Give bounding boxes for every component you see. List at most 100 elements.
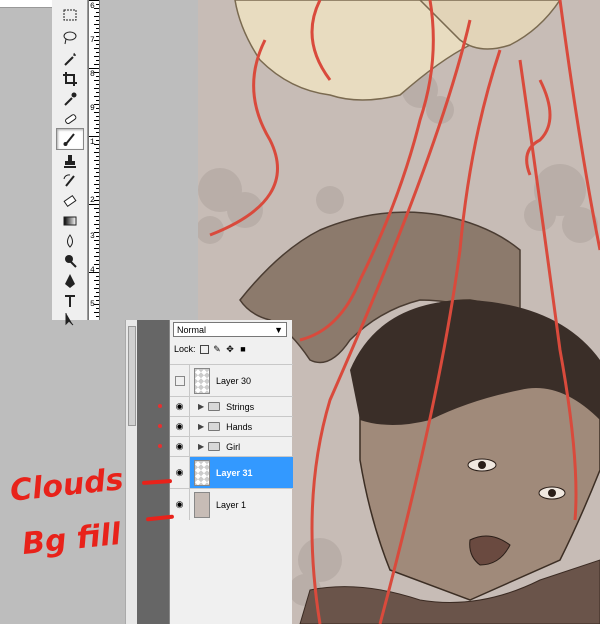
ruler-tick bbox=[94, 112, 99, 113]
blend-mode-value: Normal bbox=[177, 324, 207, 335]
ruler-tick bbox=[96, 76, 99, 77]
ruler-tick bbox=[94, 160, 99, 161]
ruler-tick bbox=[94, 32, 99, 33]
ruler-tick bbox=[89, 204, 99, 205]
history-brush-tool-icon[interactable] bbox=[56, 170, 84, 192]
ruler-tick bbox=[94, 16, 99, 17]
ruler-tick bbox=[94, 288, 99, 289]
ruler-tick bbox=[94, 48, 99, 49]
layer-row[interactable]: Layer 30 bbox=[170, 364, 293, 396]
eye-icon[interactable]: ◉ bbox=[170, 417, 190, 436]
ruler-tick bbox=[94, 280, 99, 281]
ruler-tick bbox=[96, 268, 99, 269]
ruler-tick bbox=[94, 304, 99, 305]
layer-group-row[interactable]: ◉ ▶ Girl bbox=[158, 436, 293, 456]
pen-tool-icon[interactable] bbox=[56, 270, 84, 292]
ruler-tick bbox=[96, 308, 99, 309]
ruler-tick bbox=[89, 272, 99, 273]
ruler-tick bbox=[96, 84, 99, 85]
ruler-tick bbox=[94, 8, 99, 9]
expand-arrow-icon[interactable]: ▶ bbox=[198, 402, 204, 411]
expand-arrow-icon[interactable]: ▶ bbox=[198, 422, 204, 431]
lock-all-icon[interactable]: ■ bbox=[239, 344, 248, 354]
ruler-tick bbox=[96, 12, 99, 13]
magic-wand-tool-icon[interactable] bbox=[56, 48, 84, 70]
eye-icon[interactable]: ◉ bbox=[170, 437, 190, 456]
eyedropper-tool-icon[interactable] bbox=[56, 88, 84, 110]
workspace-area bbox=[0, 0, 52, 320]
vertical-ruler: 6 7 8 9 1 2 3 4 5 bbox=[88, 0, 100, 320]
ruler-tick bbox=[96, 236, 99, 237]
path-select-tool-icon[interactable] bbox=[56, 308, 84, 330]
ruler-tick bbox=[94, 168, 99, 169]
eye-icon[interactable]: ◉ bbox=[170, 397, 190, 416]
ruler-tick bbox=[94, 256, 99, 257]
crop-tool-icon[interactable] bbox=[56, 68, 84, 90]
blend-mode-select[interactable]: Normal ▼ bbox=[173, 322, 287, 337]
ruler-tick bbox=[96, 244, 99, 245]
folder-icon bbox=[208, 422, 221, 431]
ruler-tick bbox=[94, 312, 99, 313]
expand-arrow-icon[interactable]: ▶ bbox=[198, 442, 204, 451]
ruler-tick bbox=[96, 52, 99, 53]
dodge-tool-icon[interactable] bbox=[56, 250, 84, 272]
clone-stamp-tool-icon[interactable] bbox=[56, 150, 84, 172]
ruler-tick bbox=[96, 20, 99, 21]
ruler-tick bbox=[96, 132, 99, 133]
ruler-tick bbox=[96, 276, 99, 277]
ruler-tick bbox=[96, 4, 99, 5]
ruler-tick bbox=[96, 228, 99, 229]
layer-thumbnail bbox=[194, 367, 210, 394]
ruler-tick bbox=[96, 180, 99, 181]
ruler-tick bbox=[96, 36, 99, 37]
layer-group-row[interactable]: ◉ ▶ Strings bbox=[158, 396, 293, 416]
folder-icon bbox=[208, 442, 221, 451]
ruler-number: 1 bbox=[90, 138, 95, 147]
ruler-tick bbox=[96, 100, 99, 101]
healing-brush-tool-icon[interactable] bbox=[56, 108, 84, 130]
panel-scrollbar[interactable] bbox=[125, 320, 137, 624]
layer-name: Hands bbox=[226, 421, 253, 432]
layer-row[interactable]: ◉ Layer 1 bbox=[170, 488, 293, 520]
marquee-tool-icon[interactable] bbox=[56, 4, 84, 26]
ruler-tick bbox=[94, 80, 99, 81]
lock-transparency-icon[interactable] bbox=[199, 344, 209, 354]
eraser-tool-icon[interactable] bbox=[56, 190, 84, 212]
ruler-tick bbox=[96, 140, 99, 141]
lasso-tool-icon[interactable] bbox=[56, 27, 84, 49]
ruler-tick bbox=[94, 104, 99, 105]
layer-row-selected[interactable]: ◉ Layer 31 bbox=[170, 456, 293, 488]
ruler-tick bbox=[96, 220, 99, 221]
ruler-tick bbox=[96, 60, 99, 61]
eye-icon[interactable]: ◉ bbox=[170, 457, 190, 488]
ruler-tick bbox=[94, 216, 99, 217]
layer-thumbnail bbox=[194, 459, 210, 486]
visibility-toggle[interactable] bbox=[170, 365, 190, 396]
gradient-tool-icon[interactable] bbox=[56, 210, 84, 232]
ruler-number: 6 bbox=[90, 2, 95, 11]
lock-pixels-icon[interactable]: ✎ bbox=[213, 344, 222, 354]
tools-panel bbox=[52, 0, 88, 326]
ruler-tick bbox=[94, 128, 99, 129]
ruler-tick bbox=[94, 232, 99, 233]
lock-position-icon[interactable]: ✥ bbox=[226, 344, 235, 354]
scrollbar-thumb[interactable] bbox=[128, 326, 136, 426]
ruler-tick bbox=[94, 224, 99, 225]
layer-name: Layer 1 bbox=[216, 499, 247, 510]
layer-name: Layer 30 bbox=[216, 375, 252, 386]
layers-panel: Normal ▼ Lock: ✎ ✥ ■ Layer 30 ◉ ▶ String… bbox=[158, 320, 293, 624]
ruler-tick bbox=[96, 300, 99, 301]
ruler-tick bbox=[96, 44, 99, 45]
ruler-tick bbox=[94, 152, 99, 153]
ruler-tick bbox=[89, 0, 99, 1]
ruler-tick bbox=[96, 260, 99, 261]
brush-tool-icon[interactable] bbox=[56, 128, 84, 150]
layer-group-row[interactable]: ◉ ▶ Hands bbox=[158, 416, 293, 436]
red-dot-marker bbox=[158, 444, 162, 448]
layer-name: Girl bbox=[226, 441, 241, 452]
ruler-tick bbox=[94, 40, 99, 41]
ruler-tick bbox=[94, 96, 99, 97]
blur-tool-icon[interactable] bbox=[56, 230, 84, 252]
ruler-tick bbox=[96, 156, 99, 157]
ruler-tick bbox=[96, 124, 99, 125]
